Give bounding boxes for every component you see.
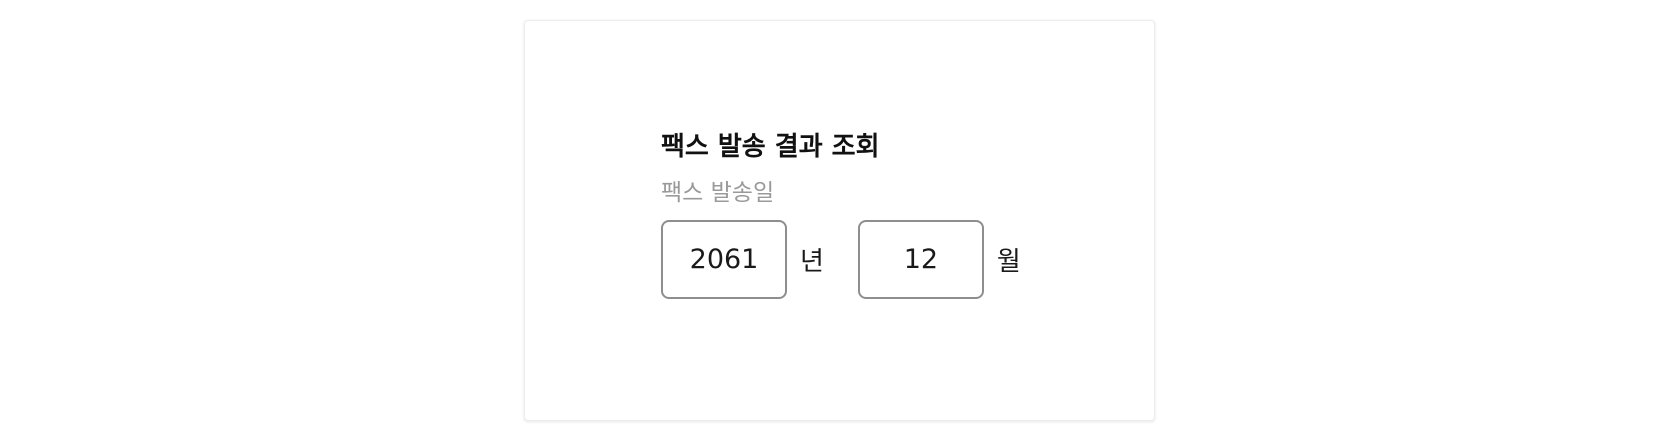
month-input[interactable] bbox=[857, 220, 984, 299]
fax-result-card: 팩스 발송 결과 조회 팩스 발송일 년 월 bbox=[524, 20, 1155, 421]
send-date-label: 팩스 발송일 bbox=[661, 180, 775, 206]
page-title: 팩스 발송 결과 조회 bbox=[661, 132, 880, 162]
year-unit-label: 년 bbox=[800, 247, 824, 277]
month-unit-label: 월 bbox=[996, 247, 1021, 277]
fax-result-form: 팩스 발송 결과 조회 팩스 발송일 년 월 bbox=[661, 128, 1021, 299]
send-date-row: 년 월 bbox=[661, 220, 1021, 299]
year-input[interactable] bbox=[661, 220, 787, 299]
